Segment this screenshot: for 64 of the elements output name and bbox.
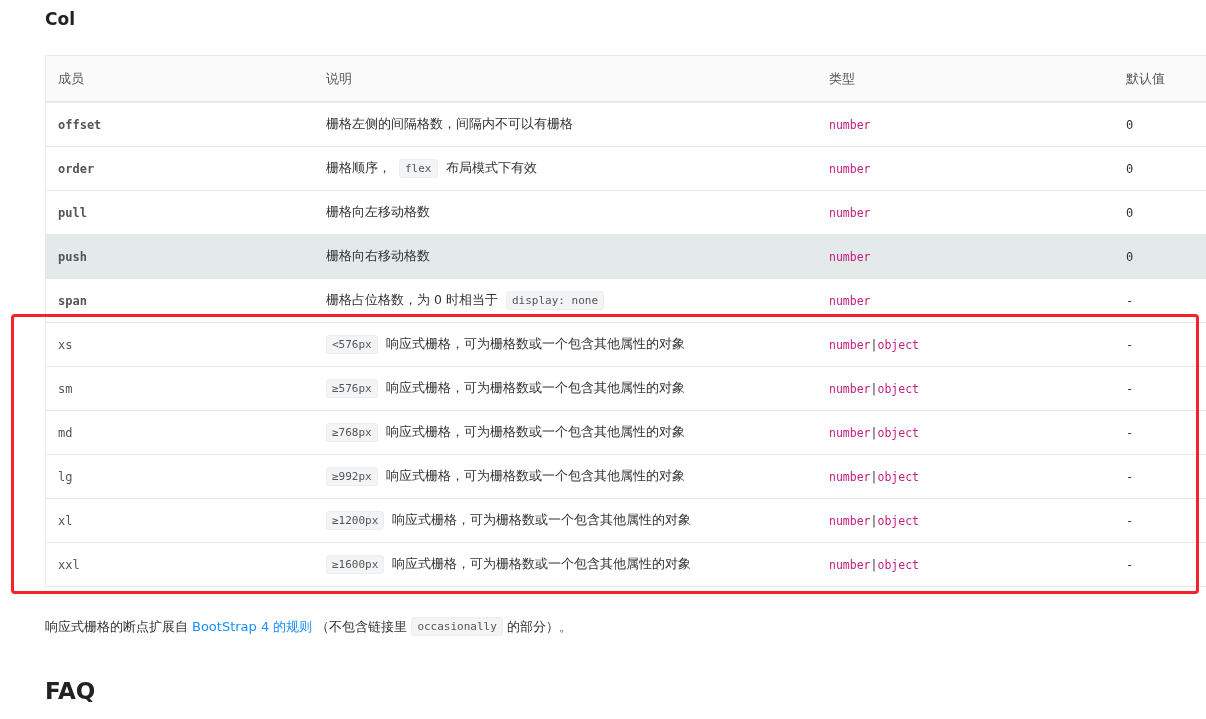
column-header: 默认值 bbox=[1125, 69, 1165, 88]
description-text: 栅格向右移动格数 bbox=[326, 248, 430, 265]
member-name: md bbox=[57, 425, 73, 440]
member-name: xl bbox=[57, 513, 73, 528]
default-value: 0 bbox=[1125, 205, 1134, 220]
default-value: - bbox=[1125, 513, 1134, 528]
default-value: 0 bbox=[1125, 161, 1134, 176]
member-name: order bbox=[57, 161, 95, 176]
type-text: number bbox=[828, 117, 871, 132]
description-text: 响应式栅格，可为栅格数或一个包含其他属性的对象 bbox=[385, 336, 685, 353]
description-text: 布局模式下有效 bbox=[445, 160, 537, 177]
default-value: - bbox=[1125, 337, 1134, 352]
description-text: 响应式栅格，可为栅格数或一个包含其他属性的对象 bbox=[385, 380, 685, 397]
description-text: 响应式栅格，可为栅格数或一个包含其他属性的对象 bbox=[385, 468, 685, 485]
default-value: 0 bbox=[1125, 249, 1134, 264]
default-value: - bbox=[1125, 293, 1134, 308]
type-text: number|object bbox=[828, 381, 920, 396]
note-text: （不包含链接里 bbox=[316, 617, 408, 636]
type-text: number bbox=[828, 205, 871, 220]
bootstrap-rules-link[interactable]: BootStrap 4 的规则 bbox=[192, 617, 313, 636]
description-text: 响应式栅格，可为栅格数或一个包含其他属性的对象 bbox=[392, 556, 692, 573]
member-name: offset bbox=[57, 117, 102, 132]
description-text: 栅格占位格数，为 0 时相当于 bbox=[326, 292, 498, 309]
type-text: number bbox=[828, 249, 871, 264]
type-text: number|object bbox=[828, 557, 920, 572]
type-text: number|object bbox=[828, 513, 920, 528]
member-name: lg bbox=[57, 469, 73, 484]
note-text: 响应式栅格的断点扩展自 bbox=[45, 617, 188, 636]
description-text: 栅格顺序， bbox=[326, 160, 391, 177]
member-name: xxl bbox=[57, 557, 80, 572]
code-chip: occasionally bbox=[411, 617, 503, 636]
description-text: 栅格左侧的间隔格数，间隔内不可以有栅格 bbox=[326, 116, 573, 133]
type-text: number bbox=[828, 293, 871, 308]
code-chip: ≥768px bbox=[326, 423, 378, 442]
code-chip: display: none bbox=[505, 291, 604, 310]
section-title: Col bbox=[45, 8, 75, 31]
column-header: 说明 bbox=[325, 69, 352, 88]
description-text: 栅格向左移动格数 bbox=[326, 204, 430, 221]
default-value: - bbox=[1125, 469, 1134, 484]
code-chip: ≥992px bbox=[326, 467, 378, 486]
description-text: 响应式栅格，可为栅格数或一个包含其他属性的对象 bbox=[385, 424, 685, 441]
default-value: - bbox=[1125, 425, 1134, 440]
member-name: span bbox=[57, 293, 87, 308]
type-text: number|object bbox=[828, 425, 920, 440]
member-name: xs bbox=[57, 337, 73, 352]
default-value: - bbox=[1125, 557, 1134, 572]
description-text: 响应式栅格，可为栅格数或一个包含其他属性的对象 bbox=[392, 512, 692, 529]
column-header: 成员 bbox=[57, 69, 84, 88]
code-chip: ≥1200px bbox=[326, 511, 385, 530]
type-text: number|object bbox=[828, 469, 920, 484]
faq-heading: FAQ bbox=[45, 677, 96, 706]
code-chip: ≥576px bbox=[326, 379, 378, 398]
code-chip: ≥1600px bbox=[326, 555, 385, 574]
code-chip: <576px bbox=[326, 335, 378, 354]
code-chip: flex bbox=[399, 159, 438, 178]
column-header: 类型 bbox=[828, 69, 855, 88]
member-name: sm bbox=[57, 381, 73, 396]
type-text: number|object bbox=[828, 337, 920, 352]
type-text: number bbox=[828, 161, 871, 176]
member-name: pull bbox=[57, 205, 87, 220]
default-value: 0 bbox=[1125, 117, 1134, 132]
member-name: push bbox=[57, 249, 87, 264]
default-value: - bbox=[1125, 381, 1134, 396]
note-text: 的部分）。 bbox=[506, 617, 572, 636]
